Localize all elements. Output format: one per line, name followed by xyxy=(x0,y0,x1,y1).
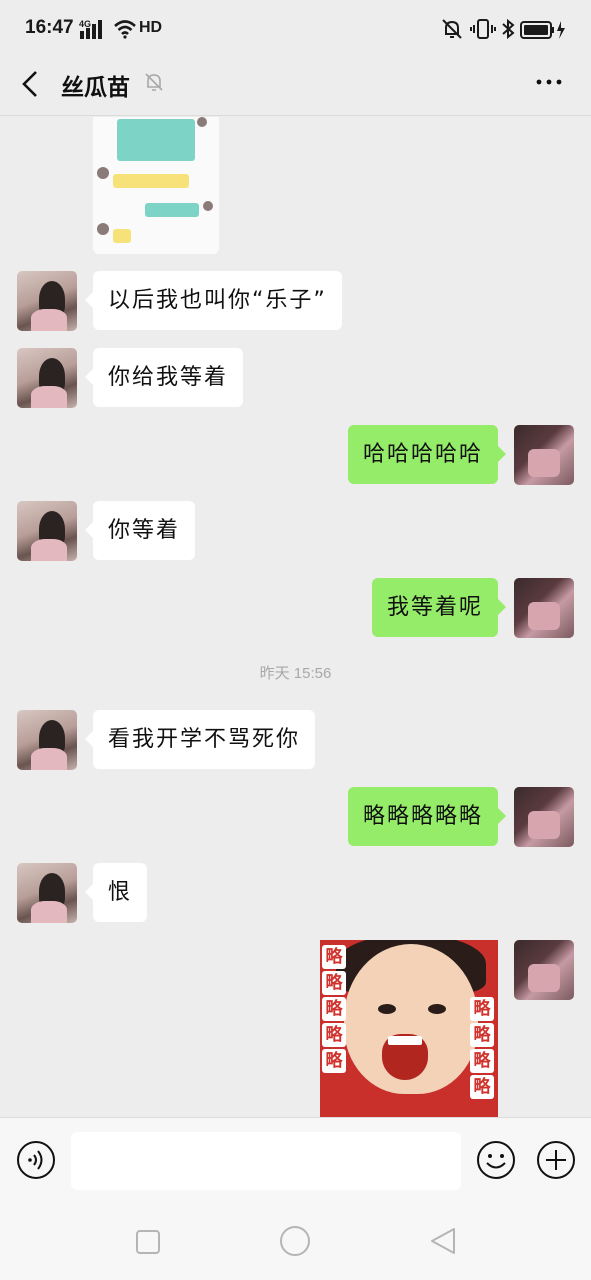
my-avatar[interactable] xyxy=(514,787,574,847)
contact-avatar[interactable] xyxy=(17,501,77,561)
sticker-text: 略 xyxy=(470,997,494,1021)
chevron-left-icon[interactable] xyxy=(18,68,44,100)
my-avatar[interactable] xyxy=(514,425,574,485)
message-bubble-outgoing[interactable]: 我等着呢 xyxy=(371,578,507,637)
sticker-text: 略 xyxy=(322,1049,346,1073)
message-bubble-incoming[interactable]: 恨 xyxy=(84,863,148,922)
sticker-text: 略 xyxy=(322,997,346,1021)
chat-header: 丝瓜苗 xyxy=(0,60,591,116)
charging-icon xyxy=(557,21,565,39)
message-bubble-incoming[interactable]: 以后我也叫你“乐子” xyxy=(85,271,342,330)
message-timestamp: 昨天 15:56 xyxy=(259,665,332,682)
sticker-text: 略 xyxy=(470,1075,494,1099)
recent-apps-icon[interactable] xyxy=(135,1229,161,1255)
more-dots-icon[interactable] xyxy=(533,70,565,94)
message-bubble-outgoing[interactable]: 哈哈哈哈哈 xyxy=(347,425,507,484)
network-type-label: 4G xyxy=(79,19,91,29)
screenshot-image[interactable] xyxy=(93,117,219,254)
bell-off-icon xyxy=(145,73,163,91)
sticker-text: 略 xyxy=(470,1023,494,1047)
mute-icon xyxy=(442,19,462,39)
message-input[interactable] xyxy=(71,1132,461,1190)
back-triangle-icon[interactable] xyxy=(429,1226,457,1256)
message-list[interactable]: 以后我也叫你“乐子” 你给我等着 哈哈哈哈哈 你等着 我等着呢 昨天 15:56… xyxy=(0,117,591,1117)
sticker-text: 略 xyxy=(322,1023,346,1047)
wifi-icon xyxy=(114,20,136,39)
vibrate-icon xyxy=(470,19,496,39)
plus-icon[interactable] xyxy=(536,1140,576,1180)
contact-avatar[interactable] xyxy=(17,863,77,923)
message-bubble-incoming[interactable]: 你等着 xyxy=(84,501,196,560)
status-bar: 16:47 4G HD xyxy=(0,0,591,60)
sticker-text: 略 xyxy=(470,1049,494,1073)
sticker-text: 略 xyxy=(322,971,346,995)
my-avatar[interactable] xyxy=(514,940,574,1000)
contact-avatar[interactable] xyxy=(17,710,77,770)
chat-title: 丝瓜苗 xyxy=(61,75,130,101)
sticker-image[interactable]: 略 略 略 略 略 略 略 略 略 xyxy=(320,940,498,1117)
voice-icon[interactable] xyxy=(16,1140,56,1180)
contact-avatar[interactable] xyxy=(17,348,77,408)
my-avatar[interactable] xyxy=(514,578,574,638)
battery-icon xyxy=(520,21,565,39)
home-icon[interactable] xyxy=(279,1225,311,1257)
system-navigation-bar xyxy=(0,1202,591,1280)
hd-label: HD xyxy=(139,19,163,36)
sticker-text: 略 xyxy=(322,945,346,969)
status-time: 16:47 xyxy=(25,17,74,38)
bluetooth-icon xyxy=(502,18,515,40)
input-bar xyxy=(0,1117,591,1202)
emoji-icon[interactable] xyxy=(476,1140,516,1180)
message-bubble-incoming[interactable]: 看我开学不骂死你 xyxy=(84,710,316,769)
signal-icon: 4G xyxy=(79,19,102,39)
contact-avatar[interactable] xyxy=(17,271,77,331)
message-bubble-outgoing[interactable]: 略略略略略 xyxy=(347,787,507,846)
message-bubble-incoming[interactable]: 你给我等着 xyxy=(84,348,244,407)
